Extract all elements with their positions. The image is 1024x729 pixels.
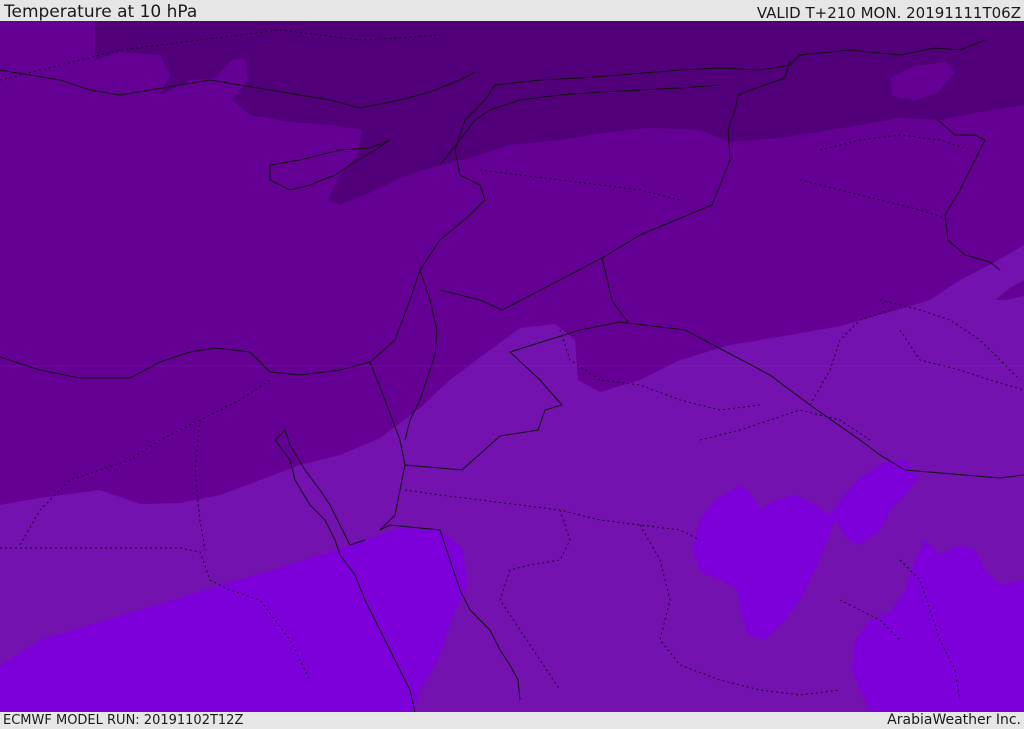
valid-time-label: VALID T+210 MON. 20191111T06Z [756, 4, 1021, 22]
map-title: Temperature at 10 hPa [4, 2, 198, 22]
credit-label: ArabiaWeather Inc. [887, 712, 1021, 728]
model-run-label: ECMWF MODEL RUN: 20191102T12Z [3, 713, 244, 728]
footer-bar: ECMWF MODEL RUN: 20191102T12Z ArabiaWeat… [0, 712, 1024, 729]
header-bar: Temperature at 10 hPa VALID T+210 MON. 2… [0, 0, 1024, 21]
temperature-map[interactable] [0, 21, 1024, 712]
